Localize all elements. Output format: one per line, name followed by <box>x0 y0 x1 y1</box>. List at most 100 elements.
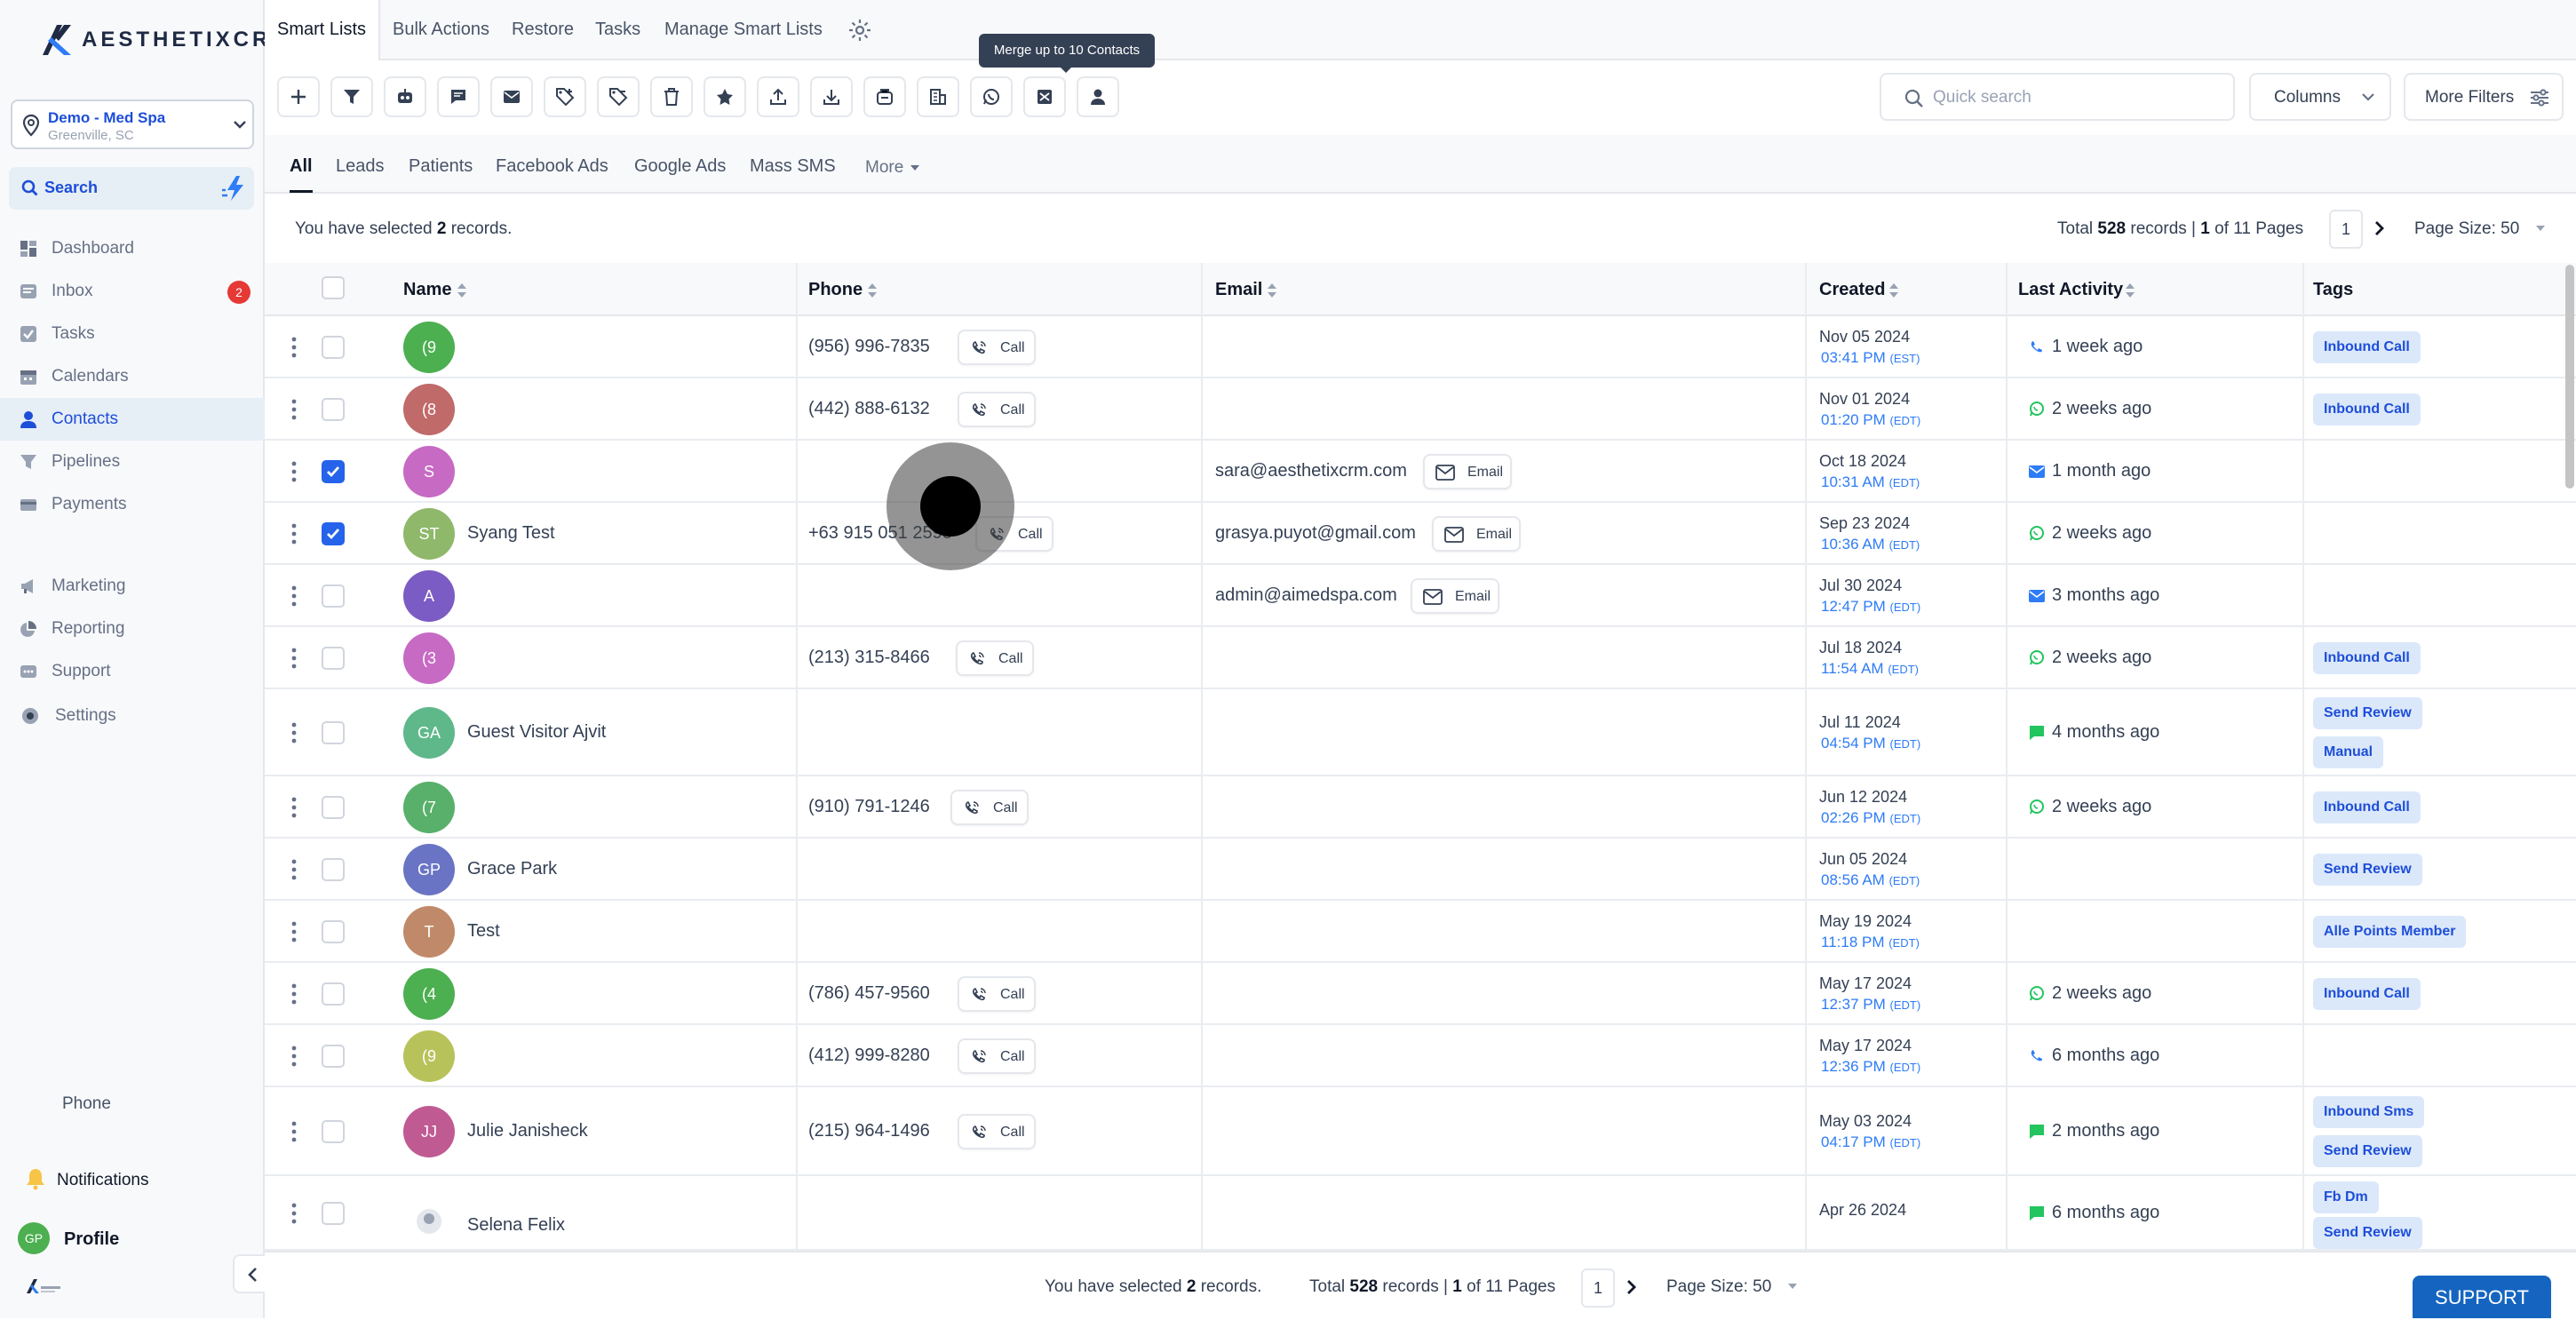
sort-icon[interactable] <box>867 282 878 298</box>
contact-tag[interactable]: Send Review <box>2313 697 2422 729</box>
contact-tag[interactable]: Inbound Call <box>2313 791 2421 823</box>
import-button[interactable] <box>810 76 853 117</box>
automation-button[interactable] <box>384 76 426 117</box>
call-button[interactable]: Call <box>958 1114 1036 1149</box>
table-scrollbar[interactable] <box>2565 265 2574 489</box>
email-button[interactable]: Email <box>1423 454 1512 489</box>
contact-tag[interactable]: Inbound Call <box>2313 978 2421 1010</box>
sort-icon[interactable] <box>1267 282 1277 298</box>
table-row[interactable]: Ssara@aesthetixcrm.com Email Oct 18 2024 10… <box>265 441 2576 503</box>
row-checkbox[interactable] <box>322 1120 345 1143</box>
avatar[interactable]: T <box>403 906 455 958</box>
filter-button[interactable] <box>330 76 373 117</box>
sidebar-item-tasks[interactable]: Tasks <box>0 313 265 355</box>
call-button[interactable]: Call <box>958 330 1036 365</box>
row-checkbox[interactable] <box>322 982 345 1006</box>
tab-smart-lists[interactable]: Smart Lists <box>277 20 366 40</box>
contact-name[interactable]: Grace Park <box>467 859 557 879</box>
contact-phone[interactable]: (956) 996-7835 <box>808 337 930 357</box>
sidebar-search[interactable]: Search <box>9 167 254 210</box>
call-button[interactable]: Call <box>950 790 1029 825</box>
table-row[interactable]: GP Grace Park Jun 05 2024 08:56 AM (EDT) Sen… <box>265 839 2576 901</box>
sort-icon[interactable] <box>457 282 467 298</box>
contact-phone[interactable]: (412) 999-8280 <box>808 1046 930 1066</box>
tab-mass-sms[interactable]: Mass SMS <box>750 156 836 177</box>
contact-tag[interactable]: Fb Dm <box>2313 1181 2379 1213</box>
add-to-campaign-button[interactable] <box>863 76 906 117</box>
contact-name[interactable]: Test <box>467 921 500 942</box>
contact-phone[interactable]: (910) 791-1246 <box>808 797 930 817</box>
row-menu-icon[interactable] <box>291 648 297 669</box>
avatar[interactable]: A <box>403 570 455 622</box>
assign-user-button[interactable] <box>1077 76 1119 117</box>
tab-manage-smart-lists[interactable]: Manage Smart Lists <box>664 20 823 40</box>
quick-search[interactable] <box>1880 73 2235 121</box>
row-checkbox[interactable] <box>322 522 345 545</box>
sidebar-item-settings[interactable]: Settings <box>0 695 265 737</box>
call-button[interactable]: Call <box>958 392 1036 427</box>
avatar[interactable]: GA <box>403 707 455 759</box>
row-checkbox[interactable] <box>322 920 345 943</box>
avatar[interactable]: GP <box>403 844 455 895</box>
row-checkbox[interactable] <box>322 398 345 421</box>
tab-all[interactable]: All <box>290 156 313 193</box>
avatar[interactable]: (3 <box>403 632 455 684</box>
chevron-right-icon[interactable] <box>1626 1279 1638 1295</box>
profile-item[interactable]: GP Profile <box>0 1219 265 1258</box>
row-menu-icon[interactable] <box>291 399 297 420</box>
contact-tag[interactable]: Send Review <box>2313 854 2422 886</box>
export-button[interactable] <box>757 76 799 117</box>
sidebar-item-pipelines[interactable]: Pipelines <box>0 441 265 483</box>
sidebar-item-inbox[interactable]: Inbox 2 <box>0 270 265 313</box>
sort-icon[interactable] <box>2125 282 2135 298</box>
footer-page-size-select[interactable]: Page Size: 50 <box>1666 1277 1771 1297</box>
tab-more[interactable]: More <box>865 158 903 178</box>
avatar[interactable]: (9 <box>403 322 455 373</box>
whatsapp-button[interactable] <box>970 76 1013 117</box>
avatar[interactable]: JJ <box>403 1106 455 1157</box>
table-row[interactable]: Aadmin@aimedspa.com Email Jul 30 2024 12:47… <box>265 565 2576 627</box>
gear-icon[interactable] <box>847 18 872 43</box>
row-menu-icon[interactable] <box>291 1046 297 1067</box>
contact-tag[interactable]: Alle Points Member <box>2313 916 2467 948</box>
phone-widget-label[interactable]: Phone <box>62 1094 111 1114</box>
email-button[interactable]: Email <box>1432 516 1521 552</box>
contact-email[interactable]: admin@aimedspa.com <box>1215 585 1397 606</box>
contact-phone[interactable]: (213) 315-8466 <box>808 648 930 668</box>
contact-name[interactable]: Selena Felix <box>467 1215 565 1236</box>
table-row[interactable]: T Test May 19 2024 11:18 PM (EDT) Alle Point… <box>265 901 2576 963</box>
table-row[interactable]: (7 (910) 791-1246 Call Jun 12 2024 02:26 PM … <box>265 776 2576 839</box>
row-checkbox[interactable] <box>322 858 345 881</box>
contact-email[interactable]: grasya.puyot@gmail.com <box>1215 523 1416 544</box>
add-to-company-button[interactable] <box>917 76 959 117</box>
chevron-right-icon[interactable] <box>2373 220 2386 236</box>
row-checkbox[interactable] <box>322 721 345 744</box>
column-header-name[interactable]: Name <box>403 280 451 300</box>
row-menu-icon[interactable] <box>291 1121 297 1142</box>
table-row[interactable]: Selena Felix Apr 26 2024 6 months ago Fb D… <box>265 1176 2576 1251</box>
column-header-phone[interactable]: Phone <box>808 280 863 300</box>
page-number-input[interactable]: 1 <box>2329 210 2363 249</box>
sidebar-item-dashboard[interactable]: Dashboard <box>0 227 265 270</box>
table-row[interactable]: JJ Julie Janisheck (215) 964-1496 Call May 0… <box>265 1087 2576 1176</box>
send-sms-button[interactable] <box>437 76 480 117</box>
avatar[interactable]: (8 <box>403 384 455 435</box>
table-row[interactable]: (3 (213) 315-8466 Call Jul 18 2024 11:54 AM … <box>265 627 2576 689</box>
table-row[interactable]: GA Guest Visitor Ajvit Jul 11 2024 04:54 PM… <box>265 689 2576 776</box>
contact-tag[interactable]: Inbound Call <box>2313 394 2421 425</box>
remove-tag-button[interactable] <box>597 76 640 117</box>
contact-tag[interactable]: Manual <box>2313 736 2384 768</box>
add-tag-button[interactable] <box>544 76 586 117</box>
sidebar-item-calendars[interactable]: Calendars <box>0 355 265 398</box>
table-row[interactable]: (8 (442) 888-6132 Call Nov 01 2024 01:20 PM … <box>265 378 2576 441</box>
contact-tag[interactable]: Inbound Call <box>2313 642 2421 674</box>
sort-icon[interactable] <box>1888 282 1899 298</box>
avatar[interactable]: (9 <box>403 1030 455 1082</box>
column-header-email[interactable]: Email <box>1215 280 1262 300</box>
row-checkbox[interactable] <box>322 1045 345 1068</box>
sidebar-item-reporting[interactable]: Reporting <box>0 608 265 650</box>
select-all-checkbox[interactable] <box>322 276 345 299</box>
merge-contacts-button[interactable] <box>1023 76 1066 117</box>
call-button[interactable]: Call <box>956 640 1034 676</box>
contact-tag[interactable]: Send Review <box>2313 1135 2422 1167</box>
